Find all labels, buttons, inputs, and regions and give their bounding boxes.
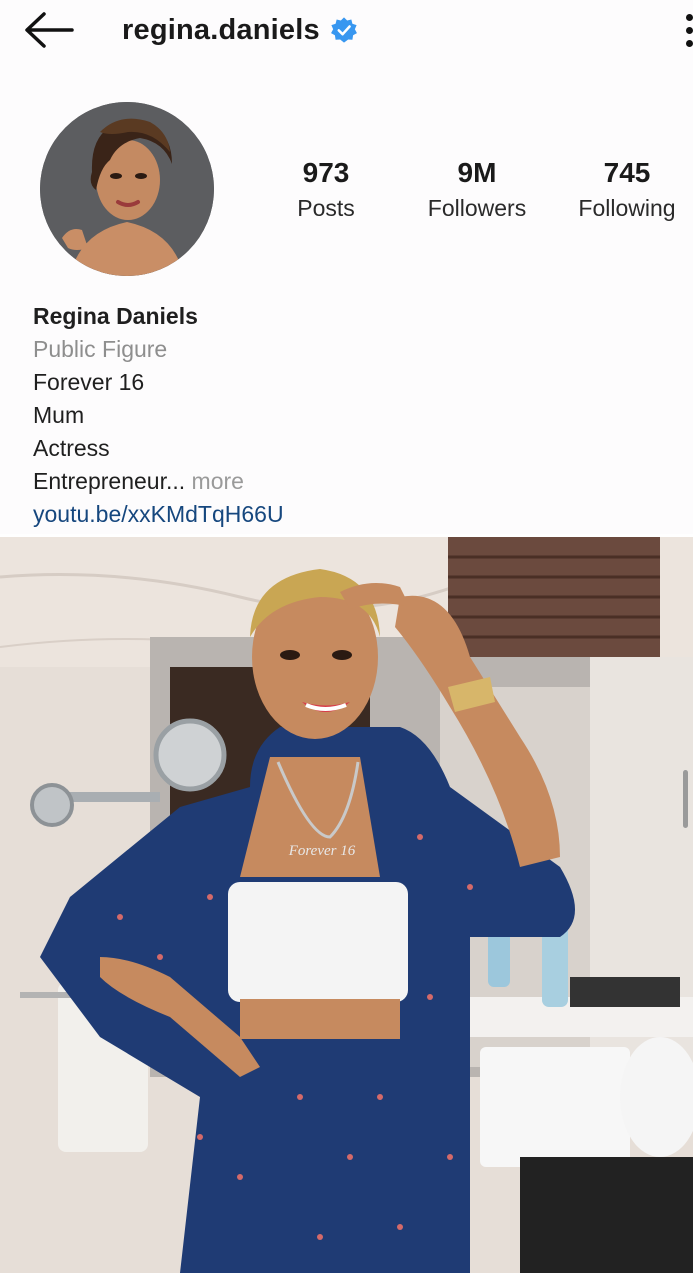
- posts-label: Posts: [297, 195, 355, 221]
- necklace-pendant-text: Forever 16: [288, 843, 356, 859]
- verified-badge-icon: [330, 17, 357, 43]
- bio-last-line: Entrepreneur...: [33, 468, 186, 494]
- bio: Regina Daniels Public Figure Forever 16 …: [33, 300, 653, 531]
- more-options-button[interactable]: [679, 10, 693, 50]
- username: regina.daniels: [122, 13, 320, 46]
- stat-following[interactable]: 745 Following: [570, 156, 684, 224]
- bio-line-truncated: Entrepreneur... more: [33, 465, 653, 498]
- bio-line: Mum: [33, 402, 85, 428]
- back-button[interactable]: [20, 8, 76, 52]
- profile-section: 973 Posts 9M Followers 745 Following Reg…: [0, 64, 693, 534]
- post-photo: Forever 16: [0, 537, 693, 1273]
- followers-count: 9M: [457, 157, 497, 188]
- profile-stats: 973 Posts 9M Followers 745 Following: [0, 156, 693, 236]
- username-area: regina.daniels: [122, 12, 358, 48]
- bio-line: Forever 16: [33, 369, 145, 395]
- post-image[interactable]: Forever 16: [0, 537, 693, 1273]
- following-label: Following: [578, 195, 676, 221]
- stat-posts[interactable]: 973 Posts: [286, 156, 366, 224]
- following-count: 745: [603, 157, 651, 188]
- more-link[interactable]: more: [192, 468, 244, 494]
- scrollbar[interactable]: [683, 770, 688, 828]
- display-name: Regina Daniels: [33, 303, 198, 329]
- bio-link[interactable]: youtu.be/xxKMdTqH66U: [33, 498, 653, 531]
- arrow-left-icon: [25, 12, 74, 48]
- bio-line: Actress: [33, 435, 110, 461]
- category-label: Public Figure: [33, 336, 168, 362]
- top-bar: regina.daniels: [0, 0, 693, 64]
- more-vertical-icon: [686, 13, 693, 21]
- stat-followers[interactable]: 9M Followers: [418, 156, 536, 224]
- followers-label: Followers: [427, 195, 527, 221]
- posts-count: 973: [302, 157, 350, 188]
